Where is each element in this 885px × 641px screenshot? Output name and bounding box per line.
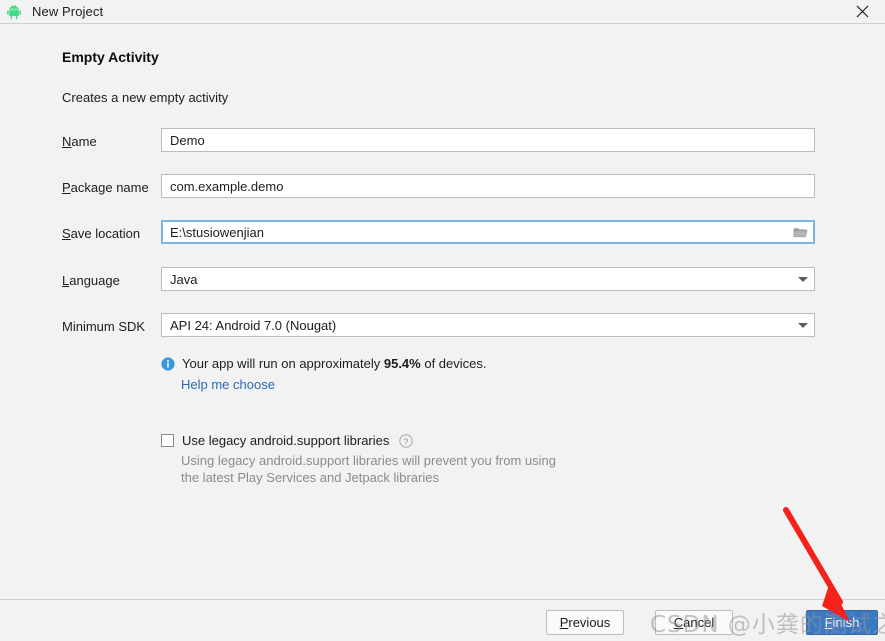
legacy-libraries-description-line2: the latest Play Services and Jetpack lib… xyxy=(181,470,439,485)
label-minimum-sdk: Minimum SDK xyxy=(62,319,146,334)
language-dropdown[interactable]: Java xyxy=(161,267,815,291)
previous-button[interactable]: Previous xyxy=(546,610,624,635)
label-save-location: Save location xyxy=(62,226,141,241)
android-robot-icon xyxy=(6,4,22,20)
label-package-name: Package name xyxy=(62,180,149,195)
page-title: Empty Activity xyxy=(62,49,159,65)
close-icon[interactable] xyxy=(839,0,885,23)
folder-icon[interactable] xyxy=(787,222,813,242)
cancel-button[interactable]: Cancel xyxy=(655,610,733,635)
info-icon xyxy=(161,356,175,371)
legacy-libraries-row[interactable]: Use legacy android.support libraries ? xyxy=(161,433,414,448)
window-title-bar: New Project xyxy=(0,0,885,24)
finish-button[interactable]: Finish xyxy=(806,610,878,635)
page-subtitle: Creates a new empty activity xyxy=(62,90,229,105)
window-title: New Project xyxy=(32,4,104,19)
device-coverage-percent: 95.4% xyxy=(383,356,421,371)
minimum-sdk-dropdown[interactable]: API 24: Android 7.0 (Nougat) xyxy=(161,313,815,337)
help-me-choose-link[interactable]: Help me choose xyxy=(181,377,275,392)
package-name-input[interactable]: com.example.demo xyxy=(161,174,815,198)
svg-text:?: ? xyxy=(404,436,409,446)
dialog-footer: Previous Cancel Finish xyxy=(0,599,885,641)
legacy-libraries-description-line1: Using legacy android.support libraries w… xyxy=(181,453,557,468)
help-circle-icon[interactable]: ? xyxy=(399,433,414,448)
device-coverage-info: Your app will run on approximately 95.4%… xyxy=(161,356,487,371)
chevron-down-icon[interactable] xyxy=(792,268,814,290)
project-name-input[interactable]: Demo xyxy=(161,128,815,152)
dialog-content: Empty Activity Creates a new empty activ… xyxy=(0,24,885,599)
legacy-libraries-checkbox[interactable] xyxy=(161,434,174,447)
chevron-down-icon[interactable] xyxy=(792,314,814,336)
device-coverage-text: Your app will run on approximately 95.4%… xyxy=(182,356,487,371)
save-location-input[interactable]: E:\stusiowenjian xyxy=(161,220,815,244)
label-language: Language xyxy=(62,273,120,288)
legacy-libraries-label: Use legacy android.support libraries xyxy=(182,433,390,448)
label-project-name: Name xyxy=(62,134,97,149)
